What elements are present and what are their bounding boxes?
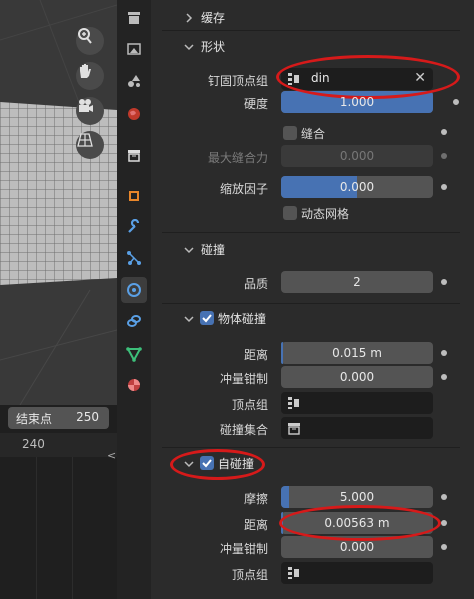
end-frame-field[interactable]: 结束点 250	[8, 407, 109, 429]
chevron-right-icon[interactable]	[182, 11, 196, 25]
collision-impulse-value: 0.000	[339, 370, 375, 384]
keyframe-dot-icon[interactable]	[441, 494, 447, 500]
keyframe-dot-icon[interactable]	[441, 350, 447, 356]
shrink-label: 缩放因子	[219, 182, 268, 196]
timeline-divider	[36, 457, 37, 599]
self-impulse-field[interactable]: 0.000	[281, 536, 433, 558]
quality-value: 2	[353, 275, 361, 289]
collision-impulse-label: 冲量钳制	[219, 372, 268, 386]
self-impulse-label: 冲量钳制	[219, 542, 268, 556]
collision-collection-label: 碰撞集合	[219, 423, 268, 437]
mesh-grid	[0, 0, 117, 405]
physics-icon[interactable]	[121, 277, 147, 303]
vertex-group-icon	[288, 567, 300, 582]
self-impulse-value: 0.000	[339, 540, 375, 554]
world-icon[interactable]	[121, 101, 147, 127]
quality-label: 品质	[243, 277, 268, 291]
particles-icon[interactable]	[121, 245, 147, 271]
object-icon[interactable]	[121, 183, 147, 209]
quality-field[interactable]: 2	[281, 271, 433, 293]
end-frame-label: 结束点	[16, 412, 53, 426]
collision-distance-label: 距离	[243, 348, 268, 362]
render-icon[interactable]	[121, 36, 147, 62]
chevron-down-icon[interactable]	[182, 312, 196, 326]
keyframe-dot-icon[interactable]	[449, 96, 463, 108]
divider	[162, 232, 460, 233]
constraints-icon[interactable]	[121, 308, 147, 334]
max-sewing-value: 0.000	[339, 149, 375, 163]
divider	[162, 30, 460, 31]
section-object-collision[interactable]: 物体碰撞	[218, 310, 266, 327]
section-shape[interactable]: 形状	[201, 38, 225, 55]
object-collision-checkbox[interactable]	[200, 311, 214, 325]
section-collision[interactable]: 碰撞	[201, 241, 225, 258]
modifier-icon[interactable]	[121, 214, 147, 240]
self-vgroup-field[interactable]	[281, 562, 433, 584]
self-distance-value: 0.00563 m	[324, 516, 390, 530]
divider	[162, 303, 460, 304]
collection-icon[interactable]	[121, 142, 147, 168]
frame-marker: 240	[22, 437, 45, 451]
section-cache[interactable]: 缓存	[201, 9, 225, 26]
friction-value: 5.000	[339, 490, 375, 504]
sewing-label: 缝合	[301, 127, 326, 141]
collision-collection-field[interactable]	[281, 417, 433, 439]
timeline-ruler[interactable]	[0, 433, 117, 457]
keyframe-dot-icon[interactable]	[441, 279, 447, 285]
output-icon[interactable]	[121, 68, 147, 94]
grid-perspective-icon[interactable]	[76, 131, 104, 159]
properties-tabs	[117, 0, 151, 599]
self-distance-label: 距离	[243, 518, 268, 532]
highlight-ellipse-pin-group	[276, 55, 460, 99]
max-sewing-field[interactable]: 0.000	[281, 145, 433, 167]
stiffness-value: 1.000	[339, 95, 375, 109]
3d-viewport[interactable]	[0, 0, 117, 405]
shrink-slider[interactable]: 0.000	[281, 176, 433, 198]
data-icon[interactable]	[121, 341, 147, 367]
highlight-ellipse-self-collision	[170, 449, 265, 480]
dynamic-mesh-label: 动态网格	[301, 207, 350, 221]
keyframe-dot-icon[interactable]	[441, 153, 447, 159]
keyframe-dot-icon[interactable]	[441, 129, 447, 135]
collection-icon	[287, 421, 301, 438]
collision-vgroup-field[interactable]	[281, 392, 433, 414]
dynamic-mesh-checkbox[interactable]	[283, 206, 297, 220]
keyframe-dot-icon[interactable]	[441, 544, 447, 550]
pin-group-label: 钉固顶点组	[207, 74, 268, 88]
collision-impulse-field[interactable]: 0.000	[281, 366, 433, 388]
end-frame-value: 250	[76, 410, 99, 424]
chevron-down-icon[interactable]	[182, 40, 196, 54]
collision-vgroup-label: 顶点组	[231, 398, 268, 412]
shrink-value: 0.000	[339, 180, 375, 194]
tool-icon[interactable]	[121, 5, 147, 31]
hand-icon[interactable]	[76, 62, 104, 90]
self-vgroup-label: 顶点组	[231, 568, 268, 582]
keyframe-dot-icon[interactable]	[441, 520, 447, 526]
material-icon[interactable]	[121, 372, 147, 398]
divider	[162, 447, 460, 448]
timeline-divider	[72, 457, 73, 599]
stiffness-label: 硬度	[243, 97, 268, 111]
collision-distance-slider[interactable]: 0.015 m	[281, 342, 433, 364]
vertex-group-icon	[288, 397, 300, 412]
friction-label: 摩擦	[243, 492, 268, 506]
camera-icon[interactable]	[76, 97, 104, 125]
chevron-down-icon[interactable]	[182, 243, 196, 257]
pin-group-value: din	[311, 71, 330, 85]
keyframe-dot-icon[interactable]	[441, 374, 447, 380]
zoom-icon[interactable]	[76, 27, 104, 55]
max-sewing-label: 最大缝合力	[207, 151, 268, 165]
collision-distance-value: 0.015 m	[332, 346, 382, 360]
keyframe-dot-icon[interactable]	[441, 184, 447, 190]
chevron-left-icon[interactable]: <	[107, 449, 116, 462]
sewing-checkbox[interactable]	[283, 126, 297, 140]
